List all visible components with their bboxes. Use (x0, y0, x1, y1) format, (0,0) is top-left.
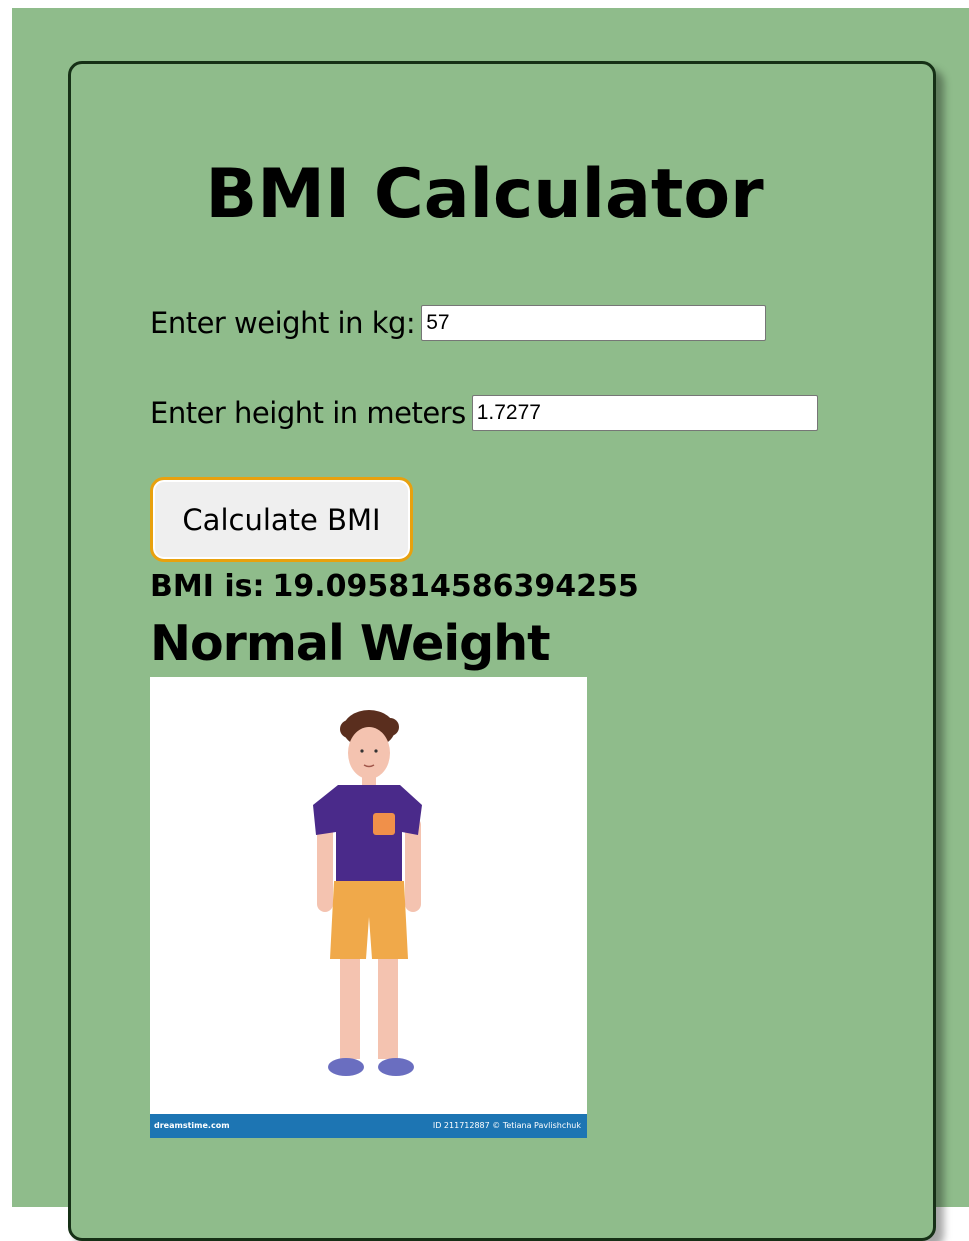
height-row: Enter height in meters (150, 393, 818, 433)
watermark-right: ID 211712887 © Tetiana Pavlishchuk (432, 1121, 581, 1130)
height-label: Enter height in meters (150, 396, 466, 430)
watermark-left: dreamstime.com (154, 1121, 230, 1130)
height-input[interactable] (471, 395, 818, 431)
watermark-bar: dreamstime.com ID 211712887 © Tetiana Pa… (150, 1114, 587, 1138)
page-title: BMI Calculator (205, 155, 764, 234)
bmi-result-value: 19.095814586394255 (272, 569, 639, 604)
bmi-category: Normal Weight (150, 615, 551, 672)
person-figure (313, 710, 422, 1076)
normal-weight-illustration: dreamstime.com ID 211712887 © Tetiana Pa… (150, 677, 587, 1138)
weight-input[interactable] (421, 305, 767, 341)
bmi-result: BMI is: 19.095814586394255 (150, 567, 647, 607)
weight-row: Enter weight in kg: (150, 303, 767, 343)
calculate-bmi-button[interactable]: Calculate BMI (150, 477, 413, 562)
weight-label: Enter weight in kg: (150, 306, 416, 340)
bmi-result-label: BMI is: (150, 569, 265, 604)
